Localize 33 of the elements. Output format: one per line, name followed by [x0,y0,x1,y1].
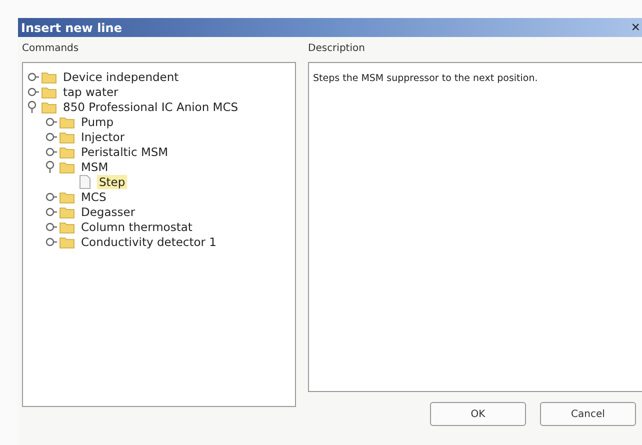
tree-item[interactable]: MCS [79,190,108,204]
folder-icon [41,100,57,114]
description-label: Description [308,43,366,54]
tree-item[interactable]: 850 Professional IC Anion MCS [61,100,240,114]
document-icon [77,174,93,190]
folder-icon [59,160,75,174]
folder-icon [59,204,75,218]
ok-button[interactable]: OK [430,402,526,426]
collapse-icon[interactable] [27,100,39,114]
tree-item[interactable]: Conductivity detector 1 [79,234,218,248]
folder-icon [59,220,75,234]
tree-item[interactable]: tap water [61,84,120,98]
folder-icon [41,84,57,98]
folder-icon [59,234,75,248]
close-button[interactable]: × [629,19,642,36]
tree-item[interactable]: Injector [79,130,127,144]
tree-item[interactable]: Peristaltic MSM [79,144,170,158]
tree-item[interactable]: Step [97,174,128,188]
tree-item[interactable]: Column thermostat [79,220,194,234]
folder-icon [59,130,75,144]
folder-icon [59,190,75,204]
folder-icon [59,114,75,128]
collapse-icon[interactable] [45,160,57,174]
tree-item[interactable]: Pump [79,114,116,128]
tree-item[interactable]: MSM [79,160,110,174]
cancel-button[interactable]: Cancel [540,402,636,426]
window-title: Insert new line [20,20,122,34]
tree-item[interactable]: Device independent [61,70,181,84]
description-text: Steps the MSM suppressor to the next position. [313,73,539,84]
folder-icon [59,144,75,158]
folder-icon [41,70,57,84]
tree-item[interactable]: Degasser [79,204,138,218]
commands-label: Commands [22,43,80,54]
